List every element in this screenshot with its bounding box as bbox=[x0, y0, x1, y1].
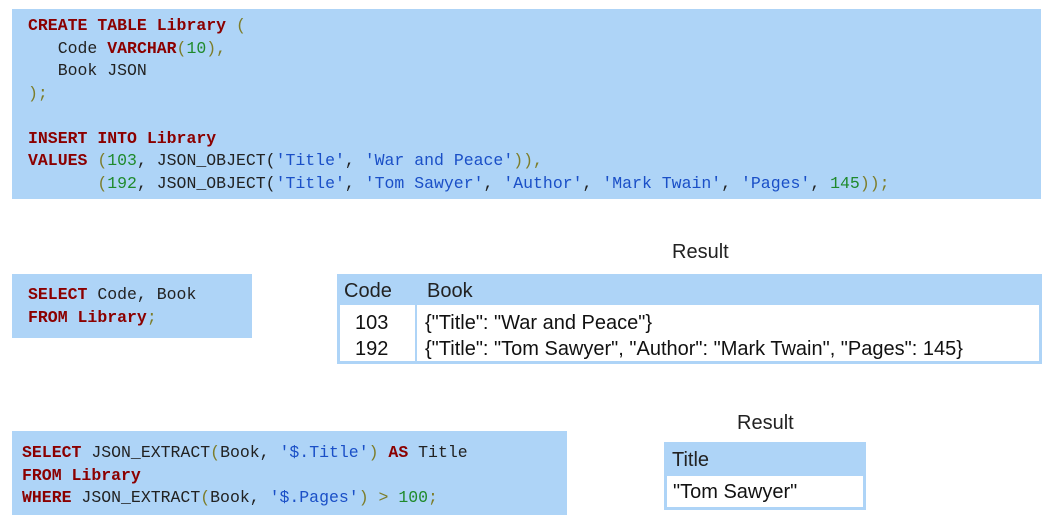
punctuation: )); bbox=[859, 173, 890, 193]
code-text: , bbox=[582, 173, 603, 193]
table-name: Library bbox=[71, 465, 141, 485]
table-cell-title: "Tom Sawyer" bbox=[673, 481, 798, 503]
number-literal: 100 bbox=[398, 488, 429, 507]
code-text: , bbox=[483, 173, 504, 193]
punctuation: ( bbox=[235, 16, 246, 35]
table-cell-book: {"Title": "War and Peace"} bbox=[425, 312, 653, 334]
result-label: Result bbox=[672, 241, 729, 263]
punctuation: ( bbox=[176, 38, 187, 58]
column-header-code: Code bbox=[344, 280, 392, 302]
result-table-code-book: Code Book 103 {"Title": "War and Peace"}… bbox=[337, 274, 1042, 364]
string-literal: 'War and Peace' bbox=[364, 151, 514, 170]
punctuation: > bbox=[368, 488, 399, 507]
string-literal: 'Tom Sawyer' bbox=[364, 173, 484, 193]
keyword: WHERE bbox=[22, 488, 72, 507]
punctuation: ( bbox=[210, 443, 221, 462]
number-literal: 192 bbox=[107, 173, 137, 193]
keyword: TABLE bbox=[97, 16, 147, 35]
table-cell-book: {"Title": "Tom Sawyer", "Author": "Mark … bbox=[425, 338, 963, 360]
code-text: , bbox=[721, 173, 741, 193]
keyword: SELECT bbox=[28, 285, 88, 304]
code-text: Code bbox=[57, 38, 98, 58]
punctuation: ; bbox=[146, 307, 157, 327]
result-table-title: Title "Tom Sawyer" bbox=[664, 442, 866, 510]
punctuation: ) bbox=[368, 443, 379, 462]
code-text: Book JSON bbox=[57, 61, 147, 80]
result-label: Result bbox=[737, 412, 794, 434]
table-cell-code: 192 bbox=[355, 338, 389, 360]
string-literal: 'Title' bbox=[275, 151, 345, 170]
code-text: , bbox=[810, 173, 831, 193]
code-text: Title bbox=[408, 443, 468, 462]
keyword: VALUES bbox=[28, 151, 88, 170]
table-name: Library bbox=[146, 128, 217, 148]
code-text: JSON_EXTRACT bbox=[71, 488, 201, 507]
punctuation: ( bbox=[97, 173, 108, 193]
number-literal: 10 bbox=[186, 38, 207, 58]
keyword: VARCHAR bbox=[107, 38, 177, 58]
keyword: SELECT bbox=[22, 443, 82, 462]
table-body: "Tom Sawyer" bbox=[667, 476, 863, 507]
table-body: 103 {"Title": "War and Peace"} 192 {"Tit… bbox=[340, 305, 1039, 361]
code-text: Book, bbox=[210, 488, 270, 507]
punctuation: ); bbox=[28, 83, 48, 103]
string-literal: 'Title' bbox=[275, 173, 345, 193]
code-text: Code, Book bbox=[87, 285, 197, 304]
table-name: Library bbox=[77, 307, 147, 327]
column-header-book: Book bbox=[427, 280, 473, 302]
table-name: Library bbox=[156, 16, 227, 35]
json-extract-code-block: SELECT JSON_EXTRACT(Book, '$.Title') AS … bbox=[12, 431, 567, 515]
number-literal: 103 bbox=[107, 151, 137, 170]
keyword: AS bbox=[388, 443, 409, 462]
keyword: CREATE bbox=[28, 16, 88, 35]
punctuation: ( bbox=[97, 151, 108, 170]
table-cell-code: 103 bbox=[355, 312, 389, 334]
code-text: , bbox=[344, 151, 365, 170]
string-literal: '$.Title' bbox=[279, 443, 369, 462]
punctuation: ( bbox=[200, 488, 211, 507]
punctuation: ) bbox=[358, 488, 369, 507]
punctuation: ; bbox=[428, 488, 438, 507]
column-divider bbox=[415, 305, 417, 361]
punctuation: ), bbox=[206, 38, 227, 58]
string-literal: '$.Pages' bbox=[269, 488, 359, 507]
code-text: JSON_EXTRACT bbox=[81, 443, 211, 462]
keyword: INTO bbox=[97, 128, 137, 148]
keyword: FROM bbox=[22, 465, 62, 485]
string-literal: 'Author' bbox=[503, 173, 583, 193]
number-literal: 145 bbox=[830, 173, 860, 193]
code-text: , JSON_OBJECT( bbox=[136, 151, 276, 170]
code-text: Book, bbox=[220, 443, 280, 462]
column-header-title: Title bbox=[672, 449, 710, 471]
string-literal: 'Pages' bbox=[741, 173, 811, 193]
punctuation: )), bbox=[513, 151, 543, 170]
create-insert-code-block: CREATE TABLE Library ( Code VARCHAR(10),… bbox=[12, 9, 1041, 199]
keyword: FROM bbox=[28, 307, 68, 327]
string-literal: 'Mark Twain' bbox=[602, 173, 722, 193]
code-text: , JSON_OBJECT( bbox=[136, 173, 276, 193]
select-all-code-block: SELECT Code, Book FROM Library; bbox=[12, 274, 252, 338]
keyword: INSERT bbox=[28, 128, 88, 148]
code-text: , bbox=[344, 173, 365, 193]
